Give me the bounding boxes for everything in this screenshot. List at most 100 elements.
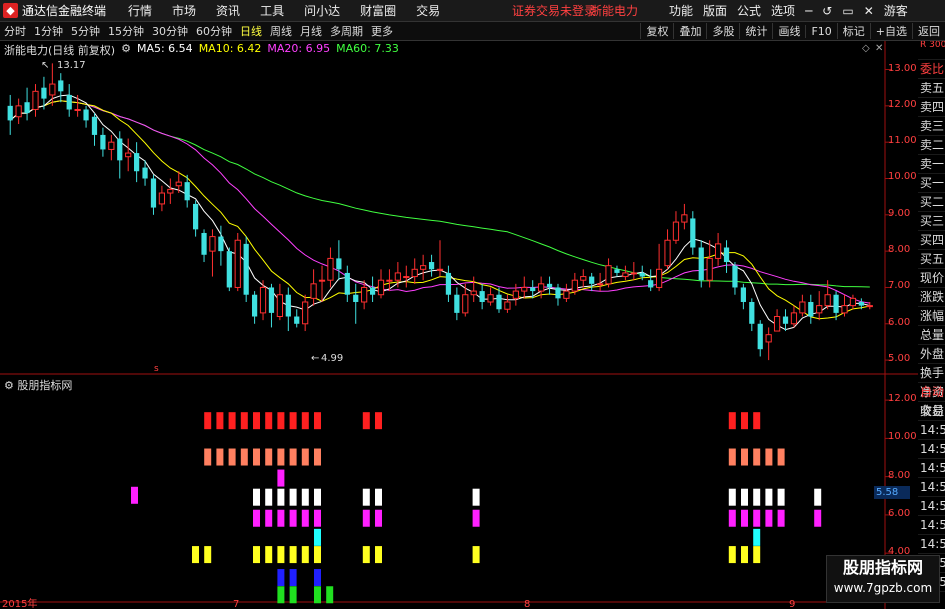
overlay-button[interactable]: 叠加 — [673, 23, 706, 39]
candle-body-down — [479, 291, 485, 302]
candle-body-up — [327, 257, 334, 281]
tab-1min[interactable]: 1分钟 — [30, 23, 67, 39]
candle-body-down — [268, 287, 275, 313]
chart-diamond-icon[interactable]: ◇ — [862, 43, 870, 54]
signal-block — [301, 412, 309, 430]
candle-body-down — [808, 301, 814, 317]
candle-body-down — [690, 218, 696, 248]
signal-block — [277, 509, 285, 527]
side-change: 涨跌 — [918, 288, 945, 307]
signal-block — [472, 488, 480, 506]
add-watchlist-button[interactable]: +自选 — [869, 23, 912, 39]
signal-block — [777, 509, 785, 527]
signal-block — [472, 509, 480, 527]
signal-block — [216, 448, 224, 466]
menu-news[interactable]: 资讯 — [206, 2, 250, 19]
candle-body-up — [318, 279, 326, 282]
signal-block — [314, 528, 321, 546]
tab-15min[interactable]: 15分钟 — [104, 23, 148, 39]
side-auto[interactable]: 自动 — [918, 383, 945, 402]
minimize-icon[interactable]: ─ — [800, 4, 817, 18]
quote-side-panel: R 300 委比 卖五 卖四 卖三 卖二 卖一 买一 买二 买三 买四 买五 现… — [918, 41, 945, 421]
signal-block — [216, 412, 224, 430]
candle-body-down — [58, 80, 64, 92]
tab-5min[interactable]: 5分钟 — [67, 23, 104, 39]
signal-block — [728, 546, 736, 564]
kline-chart-area[interactable]: 13.17 ↖ ← 4.99 s 2015年 7 8 9 — [0, 41, 918, 609]
stats-button[interactable]: 统计 — [739, 23, 772, 39]
menu-wealth[interactable]: 财富圈 — [350, 2, 406, 19]
candle-body-up — [571, 279, 578, 292]
tab-more[interactable]: 更多 — [367, 23, 397, 39]
signal-block — [301, 488, 309, 506]
menu-trade[interactable]: 交易 — [406, 2, 450, 19]
mark-button[interactable]: 标记 — [836, 23, 870, 39]
menu-layout[interactable]: 版面 — [698, 2, 732, 19]
refresh-icon[interactable]: ↺ — [817, 4, 837, 18]
indicator-axis-label: 10.00 — [888, 431, 917, 443]
indicator-header: ⚙ 股朋指标网 — [4, 377, 72, 393]
signal-block — [741, 546, 748, 564]
signal-block — [814, 488, 822, 506]
signal-block — [728, 412, 736, 430]
side-trades[interactable]: 交易 — [918, 402, 945, 421]
signal-block — [204, 546, 212, 564]
draw-line-button[interactable]: 画线 — [772, 23, 805, 39]
signal-block — [753, 488, 761, 506]
candle-body-up — [672, 221, 680, 241]
restore-icon[interactable]: ▭ — [837, 4, 858, 18]
settings-gear-icon[interactable]: ⚙ — [121, 42, 131, 56]
chart-close-icon[interactable]: ✕ — [875, 43, 883, 54]
menu-ask[interactable]: 问小达 — [294, 2, 350, 19]
price-axis-label: 13.00 — [888, 62, 917, 74]
close-icon[interactable]: ✕ — [859, 4, 879, 18]
signal-block — [289, 546, 297, 564]
signal-block — [277, 586, 285, 604]
candle-body-down — [530, 287, 536, 292]
menu-options[interactable]: 选项 — [766, 2, 800, 19]
f10-button[interactable]: F10 — [805, 24, 836, 38]
tab-30min[interactable]: 30分钟 — [148, 23, 192, 39]
tab-weekly[interactable]: 周线 — [266, 23, 296, 39]
login-status[interactable]: 证券交易未登录 — [512, 2, 596, 19]
candle-body-down — [91, 116, 98, 135]
indicator-gear-icon[interactable]: ⚙ — [4, 379, 14, 392]
tab-intraday[interactable]: 分时 — [0, 23, 30, 39]
multi-stock-button[interactable]: 多股 — [706, 23, 739, 39]
signal-block — [192, 546, 199, 564]
menu-tools[interactable]: 工具 — [250, 2, 294, 19]
signal-block — [228, 412, 236, 430]
candle-body-up — [512, 290, 519, 299]
candle-body-up — [655, 268, 663, 288]
signal-block — [301, 509, 309, 527]
tab-multi-period[interactable]: 多周期 — [326, 23, 367, 39]
signal-block — [326, 586, 334, 604]
menu-function[interactable]: 功能 — [664, 2, 698, 19]
signal-block — [265, 488, 273, 506]
menu-guest[interactable]: 游客 — [879, 2, 913, 19]
candle-body-up — [276, 294, 283, 318]
side-turnover: 换手 — [918, 364, 945, 383]
time-label-7: 7 — [233, 599, 239, 609]
side-tag[interactable]: R 300 — [918, 41, 945, 60]
menu-formula[interactable]: 公式 — [732, 2, 766, 19]
signal-block — [289, 586, 297, 604]
low-arrow-icon: ← — [311, 353, 319, 364]
candle-body-up — [32, 90, 39, 110]
menu-quotes[interactable]: 行情 — [118, 2, 162, 19]
adjust-button[interactable]: 复权 — [640, 23, 673, 39]
menu-market[interactable]: 市场 — [162, 2, 206, 19]
tab-60min[interactable]: 60分钟 — [192, 23, 236, 39]
marker-s: s — [154, 364, 159, 374]
tab-monthly[interactable]: 月线 — [296, 23, 326, 39]
signal-block — [265, 448, 273, 466]
candle-body-up — [597, 283, 604, 286]
candle-body-up — [622, 272, 629, 278]
candle-body-down — [201, 232, 207, 255]
back-button[interactable]: 返回 — [912, 23, 945, 39]
price-axis-label: 9.00 — [888, 207, 911, 219]
candle-body-down — [353, 294, 359, 302]
tab-daily[interactable]: 日线 — [236, 23, 266, 39]
menu-bar: ◆ 通达信金融终端 行情 市场 资讯 工具 问小达 财富圈 交易 证券交易未登录… — [0, 0, 945, 22]
side-buy5: 买五 — [918, 250, 945, 269]
